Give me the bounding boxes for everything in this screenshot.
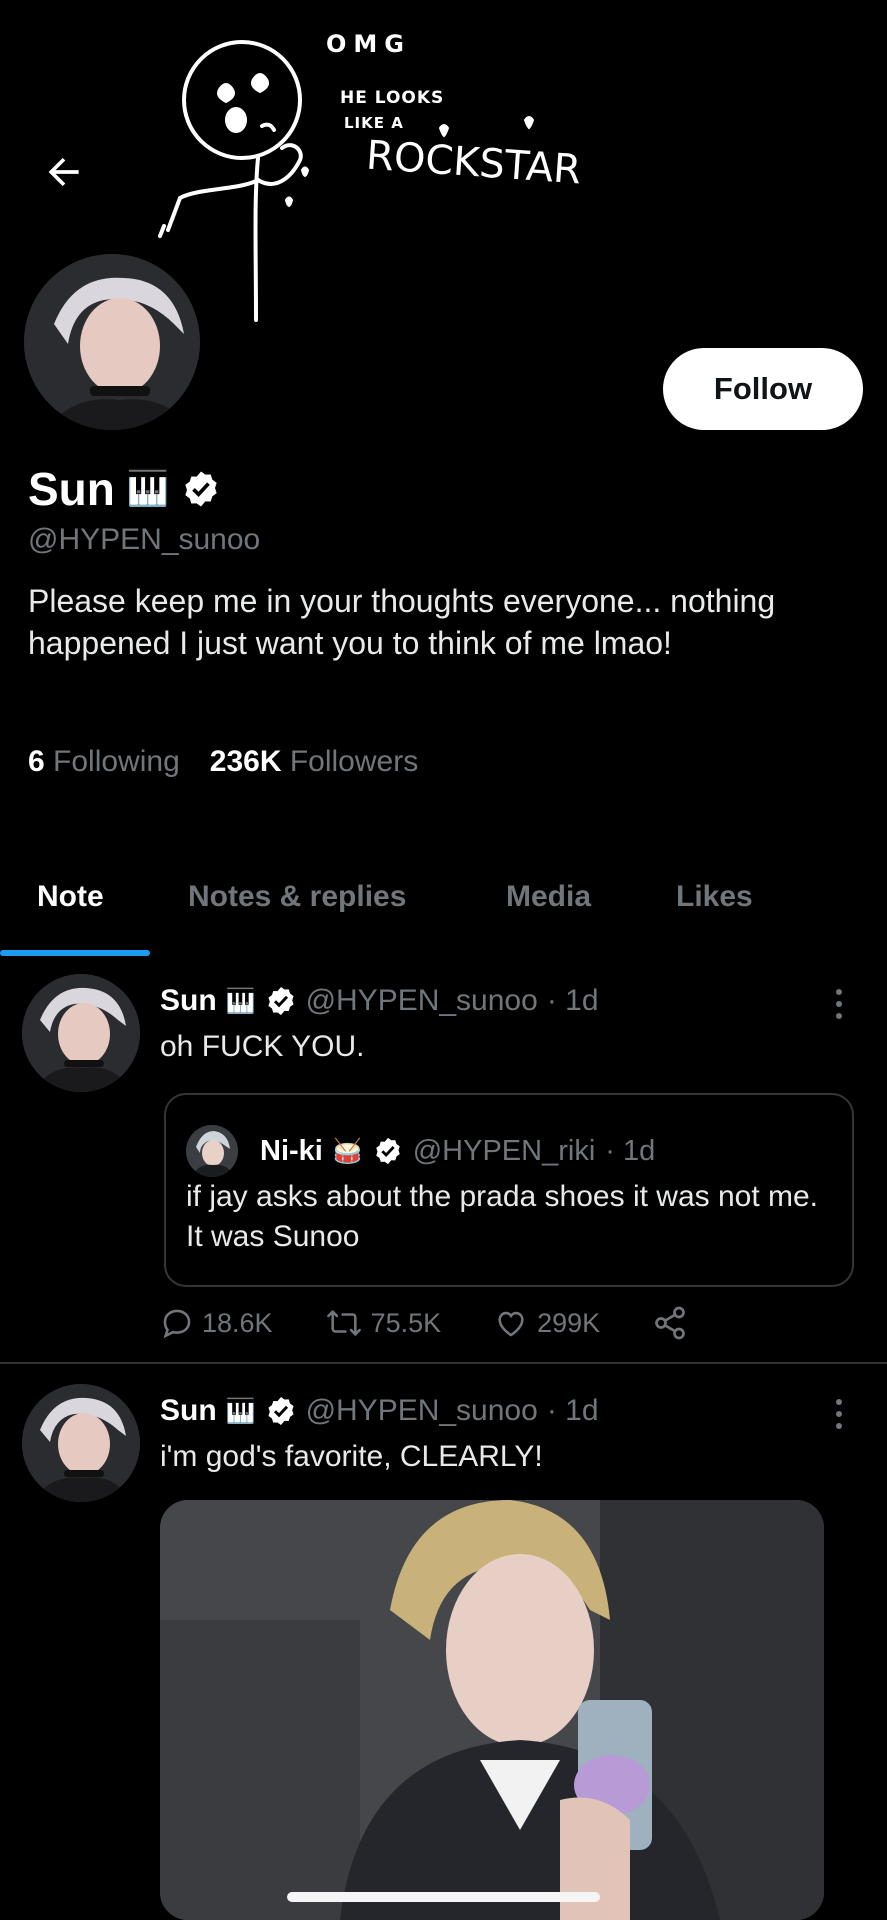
avatar-photo bbox=[186, 1125, 238, 1177]
tab-media[interactable]: Media bbox=[506, 880, 591, 914]
quoted-post-text: if jay asks about the prada shoes it was… bbox=[186, 1180, 819, 1253]
post-media-image[interactable] bbox=[160, 1500, 824, 1920]
reply-icon bbox=[163, 1309, 191, 1339]
profile-stats: 6 Following 236K Followers bbox=[28, 745, 418, 779]
profile-tabs: Note Notes & replies Media Likes bbox=[0, 860, 887, 956]
post-header: Sun 🎹 @HYPEN_sunoo · 1d bbox=[160, 984, 599, 1018]
tab-note[interactable]: Note bbox=[37, 880, 104, 914]
doodle-line1-text: HE LOOKS bbox=[340, 88, 445, 108]
share-button[interactable] bbox=[652, 1305, 688, 1341]
following-label: Following bbox=[53, 745, 180, 778]
more-dot-icon bbox=[836, 1001, 842, 1007]
follow-button[interactable]: Follow bbox=[663, 348, 863, 430]
post-author-handle[interactable]: @HYPEN_sunoo bbox=[306, 984, 538, 1018]
quoted-post-avatar bbox=[186, 1125, 238, 1177]
more-options-button[interactable] bbox=[824, 1392, 854, 1436]
doodle-omg-text: OMG bbox=[326, 30, 411, 58]
avatar-photo bbox=[24, 254, 200, 430]
active-tab-indicator bbox=[0, 950, 150, 956]
profile-handle: @HYPEN_sunoo bbox=[28, 523, 261, 556]
profile-name-row: Sun 🎹 bbox=[28, 462, 221, 516]
followers-label: Followers bbox=[289, 745, 419, 778]
verified-badge-icon bbox=[185, 471, 217, 507]
selfie-photo bbox=[160, 1500, 824, 1920]
quoted-author-name: Ni-ki bbox=[260, 1134, 323, 1167]
more-dot-icon bbox=[836, 989, 842, 995]
verified-badge-icon bbox=[268, 987, 294, 1015]
followers-stat[interactable]: 236K Followers bbox=[210, 745, 418, 779]
tab-likes[interactable]: Likes bbox=[676, 880, 753, 914]
verified-badge-icon bbox=[268, 1397, 294, 1425]
quoted-post[interactable]: Ni-ki 🥁 @HYPEN_riki · 1d if jay asks abo… bbox=[164, 1093, 854, 1287]
like-button[interactable]: 299K bbox=[493, 1306, 600, 1340]
more-dot-icon bbox=[836, 1399, 842, 1405]
post-header: Sun 🎹 @HYPEN_sunoo · 1d bbox=[160, 1394, 599, 1428]
quoted-timestamp: · 1d bbox=[605, 1134, 656, 1167]
doodle-line2-text: LIKE A bbox=[344, 114, 404, 132]
avatar-photo bbox=[22, 974, 140, 1092]
post-author-name[interactable]: Sun bbox=[160, 984, 217, 1018]
reply-button[interactable]: 18.6K bbox=[160, 1306, 273, 1340]
post-text: oh FUCK YOU. bbox=[160, 1030, 365, 1063]
profile-avatar[interactable] bbox=[20, 250, 204, 434]
post-timestamp: · 1d bbox=[546, 1394, 599, 1427]
reply-count: 18.6K bbox=[202, 1307, 273, 1338]
more-dot-icon bbox=[836, 1411, 842, 1417]
avatar-photo bbox=[22, 1384, 140, 1502]
post-author-name[interactable]: Sun bbox=[160, 1394, 217, 1428]
verified-badge-icon bbox=[375, 1137, 400, 1165]
share-icon bbox=[655, 1306, 686, 1340]
followers-count: 236K bbox=[209, 745, 282, 778]
back-button[interactable] bbox=[38, 146, 90, 198]
quoted-author-handle: @HYPEN_riki bbox=[412, 1134, 596, 1167]
tab-notes-replies[interactable]: Notes & replies bbox=[188, 880, 406, 914]
heart-icon bbox=[498, 1311, 524, 1337]
home-indicator[interactable] bbox=[287, 1892, 600, 1902]
post-text: i'm god's favorite, CLEARLY! bbox=[160, 1440, 543, 1473]
post-actions: 18.6K 75.5K 299K bbox=[160, 1305, 688, 1341]
arrow-left-icon bbox=[48, 157, 79, 187]
piano-emoji: 🎹 bbox=[126, 470, 170, 508]
repost-icon bbox=[326, 1310, 361, 1336]
following-stat[interactable]: 6 Following bbox=[28, 745, 180, 779]
like-count: 299K bbox=[537, 1307, 601, 1338]
more-dot-icon bbox=[836, 1423, 842, 1429]
repost-count: 75.5K bbox=[370, 1307, 442, 1338]
following-count: 6 bbox=[28, 745, 45, 778]
post-timestamp: · 1d bbox=[546, 984, 599, 1017]
post-avatar[interactable] bbox=[22, 974, 140, 1092]
piano-emoji: 🎹 bbox=[225, 1397, 256, 1425]
profile-bio: Please keep me in your thoughts everyone… bbox=[28, 583, 776, 661]
repost-button[interactable]: 75.5K bbox=[325, 1306, 442, 1340]
drum-emoji: 🥁 bbox=[332, 1137, 363, 1165]
post-divider bbox=[0, 1362, 887, 1364]
piano-emoji: 🎹 bbox=[225, 987, 256, 1015]
profile-display-name: Sun bbox=[28, 463, 115, 515]
more-options-button[interactable] bbox=[824, 982, 854, 1026]
more-dot-icon bbox=[836, 1013, 842, 1019]
post-author-handle[interactable]: @HYPEN_sunoo bbox=[306, 1394, 538, 1428]
post-avatar[interactable] bbox=[22, 1384, 140, 1502]
quoted-post-header: Ni-ki 🥁 @HYPEN_riki · 1d bbox=[186, 1125, 655, 1177]
